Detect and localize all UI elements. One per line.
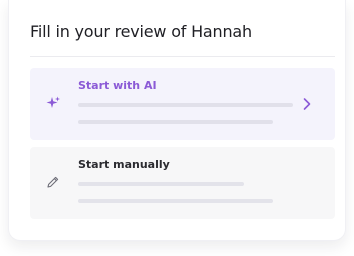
chevron-right-icon[interactable]	[301, 97, 313, 111]
start-with-ai-label: Start with AI	[78, 79, 157, 92]
start-with-ai-option[interactable]: Start with AI	[30, 68, 335, 140]
review-card: Fill in your review of Hannah Start with…	[8, 0, 346, 241]
pencil-icon	[45, 174, 61, 190]
placeholder-line	[78, 199, 273, 203]
start-manually-label: Start manually	[78, 158, 170, 171]
placeholder-line	[78, 120, 273, 124]
start-manually-option[interactable]: Start manually	[30, 147, 335, 219]
title-divider	[30, 56, 335, 57]
placeholder-line	[78, 182, 244, 186]
dialog-title: Fill in your review of Hannah	[30, 22, 252, 41]
sparkles-icon	[45, 95, 61, 111]
placeholder-line	[78, 103, 293, 107]
